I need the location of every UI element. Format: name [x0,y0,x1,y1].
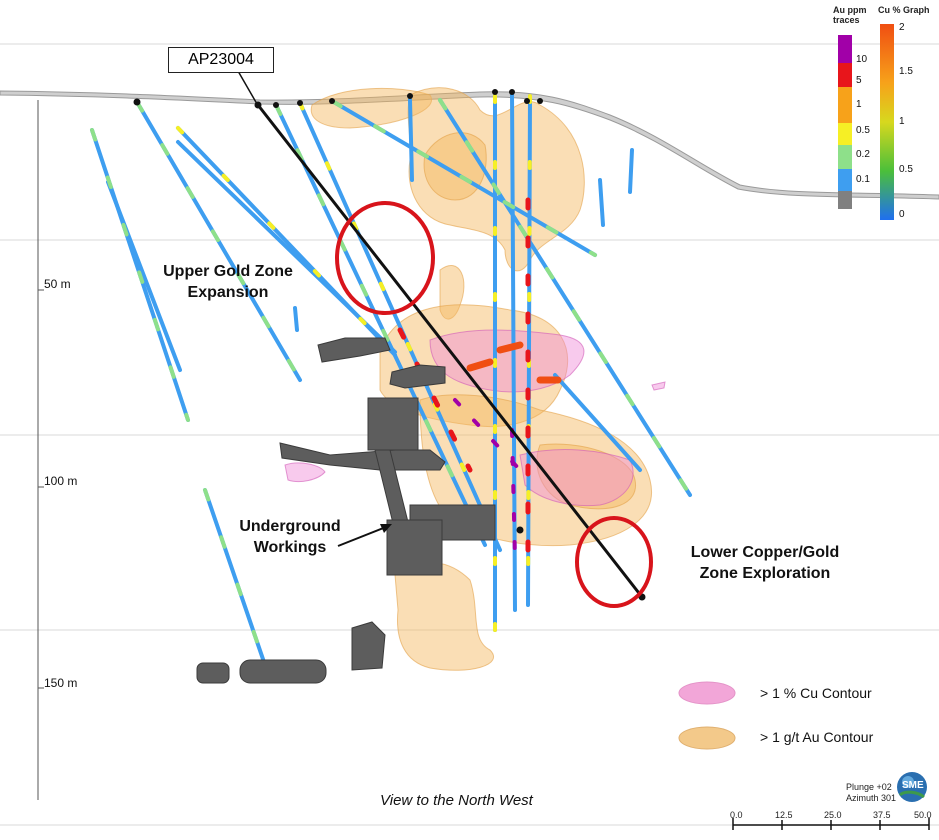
cu-tick-0.5: 0.5 [899,164,913,175]
depth-label-150: 150 m [44,676,78,690]
scale-tick-12.5: 12.5 [775,810,793,820]
cu-contour-legend-text: > 1 % Cu Contour [760,685,872,701]
scale-tick-37.5: 37.5 [873,810,891,820]
lower-copper-gold-zone-label: Lower Copper/Gold Zone Exploration [690,544,840,582]
cu-tick-0: 0 [899,209,905,220]
cu-contour-swatch [678,681,736,705]
scale-tick-0: 0.0 [730,810,743,820]
cu-percent-scale-bar [880,24,894,220]
au-tick-5: 5 [856,75,862,86]
drillhole-id-label: AP23004 [168,47,274,73]
au-tick-1: 1 [856,99,862,110]
au-tick-0.2: 0.2 [856,149,870,160]
underground-workings-label: Underground Workings [239,518,341,556]
scale-tick-25: 25.0 [824,810,842,820]
au-tick-0.5: 0.5 [856,125,870,136]
au-scale-title: Au ppm traces [833,5,867,25]
au-tick-10: 10 [856,54,868,65]
view-caption: View to the North West [380,792,533,809]
section-view: AP23004 Upper Gold Zone Expansion Underg… [0,0,939,840]
scale-tick-50: 50.0 [914,810,932,820]
au-contour-swatch [678,726,736,750]
upper-gold-zone-label: Upper Gold Zone Expansion [163,263,293,301]
au-ppm-scale-bar [838,35,852,209]
cu-scale-title: Cu % Graph [878,5,930,15]
cu-tick-1.5: 1.5 [899,66,913,77]
cu-tick-2: 2 [899,22,905,33]
azimuth-text: Azimuth 301 [846,793,897,803]
cross-section-diagram [0,24,939,830]
depth-label-100: 100 m [44,474,78,488]
logo-text: SME [902,780,924,791]
depth-axis [37,100,44,800]
au-tick-0.1: 0.1 [856,174,870,185]
depth-label-50: 50 m [44,277,71,291]
plunge-text: Plunge +02 [846,782,892,792]
cu-tick-1: 1 [899,116,905,127]
au-contour-legend-text: > 1 g/t Au Contour [760,729,874,745]
